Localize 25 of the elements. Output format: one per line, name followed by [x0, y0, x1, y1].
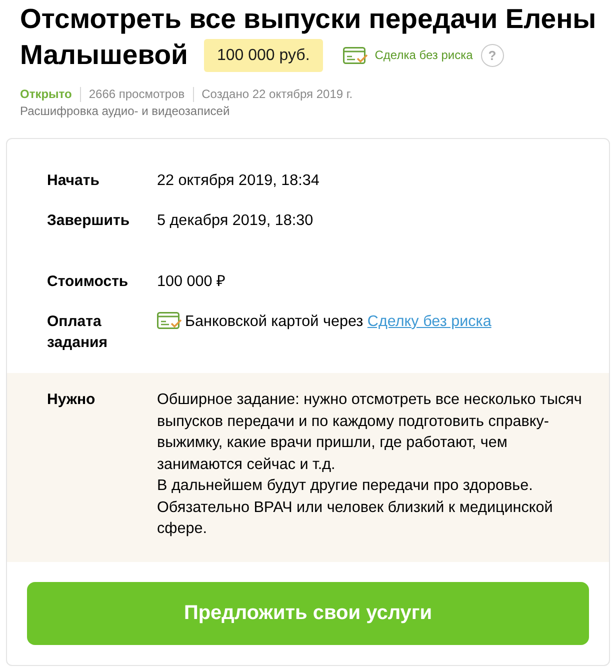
field-value: 22 октября 2019, 18:34 — [157, 172, 320, 189]
card-check-icon — [342, 46, 368, 64]
help-button[interactable]: ? — [480, 44, 504, 66]
category-text: Расшифровка аудио- и видеозаписей — [20, 104, 230, 118]
description-paragraph: Обязательно ВРАЧ или человек близкий к медицинской сфере. — [157, 498, 554, 539]
description-paragraph: Обширное задание: нужно отсмотреть все несколько тысяч выпусков передачи и по каждому подготовить справку-выжимку, какие врачи пришли, где работают, чем занимаются сейчас и т.д. — [157, 390, 583, 474]
views-count: 2666 просмотров — [80, 87, 185, 102]
price-badge: 100 000 руб. — [204, 38, 323, 72]
field-value: 100 000 ₽ — [157, 273, 226, 290]
offer-services-button[interactable]: Предложить свои услуги — [27, 582, 589, 644]
safe-deal-label: Сделка без риска — [374, 46, 473, 64]
created-date: Создано 22 октября 2019 г. — [192, 87, 353, 102]
field-label: Завершить — [47, 212, 130, 229]
field-label: Оплата задания — [47, 312, 108, 353]
safe-deal-link[interactable]: Сделку без риска — [367, 313, 492, 330]
field-label: Стоимость — [47, 273, 128, 290]
page-title: Отсмотреть все выпуски передачи Елены — [20, 2, 598, 36]
status-text: Открыто — [20, 87, 72, 102]
field-label: Нужно — [47, 391, 96, 408]
field-label: Начать — [47, 172, 100, 189]
page-title: Малышевой — [20, 38, 188, 72]
description-paragraph: В дальнейшем будут другие передачи про здоровье. — [157, 476, 534, 496]
payment-text: Банковской картой через — [185, 313, 364, 330]
field-value: 5 декабря 2019, 18:30 — [157, 212, 314, 229]
card-check-icon — [157, 312, 182, 329]
